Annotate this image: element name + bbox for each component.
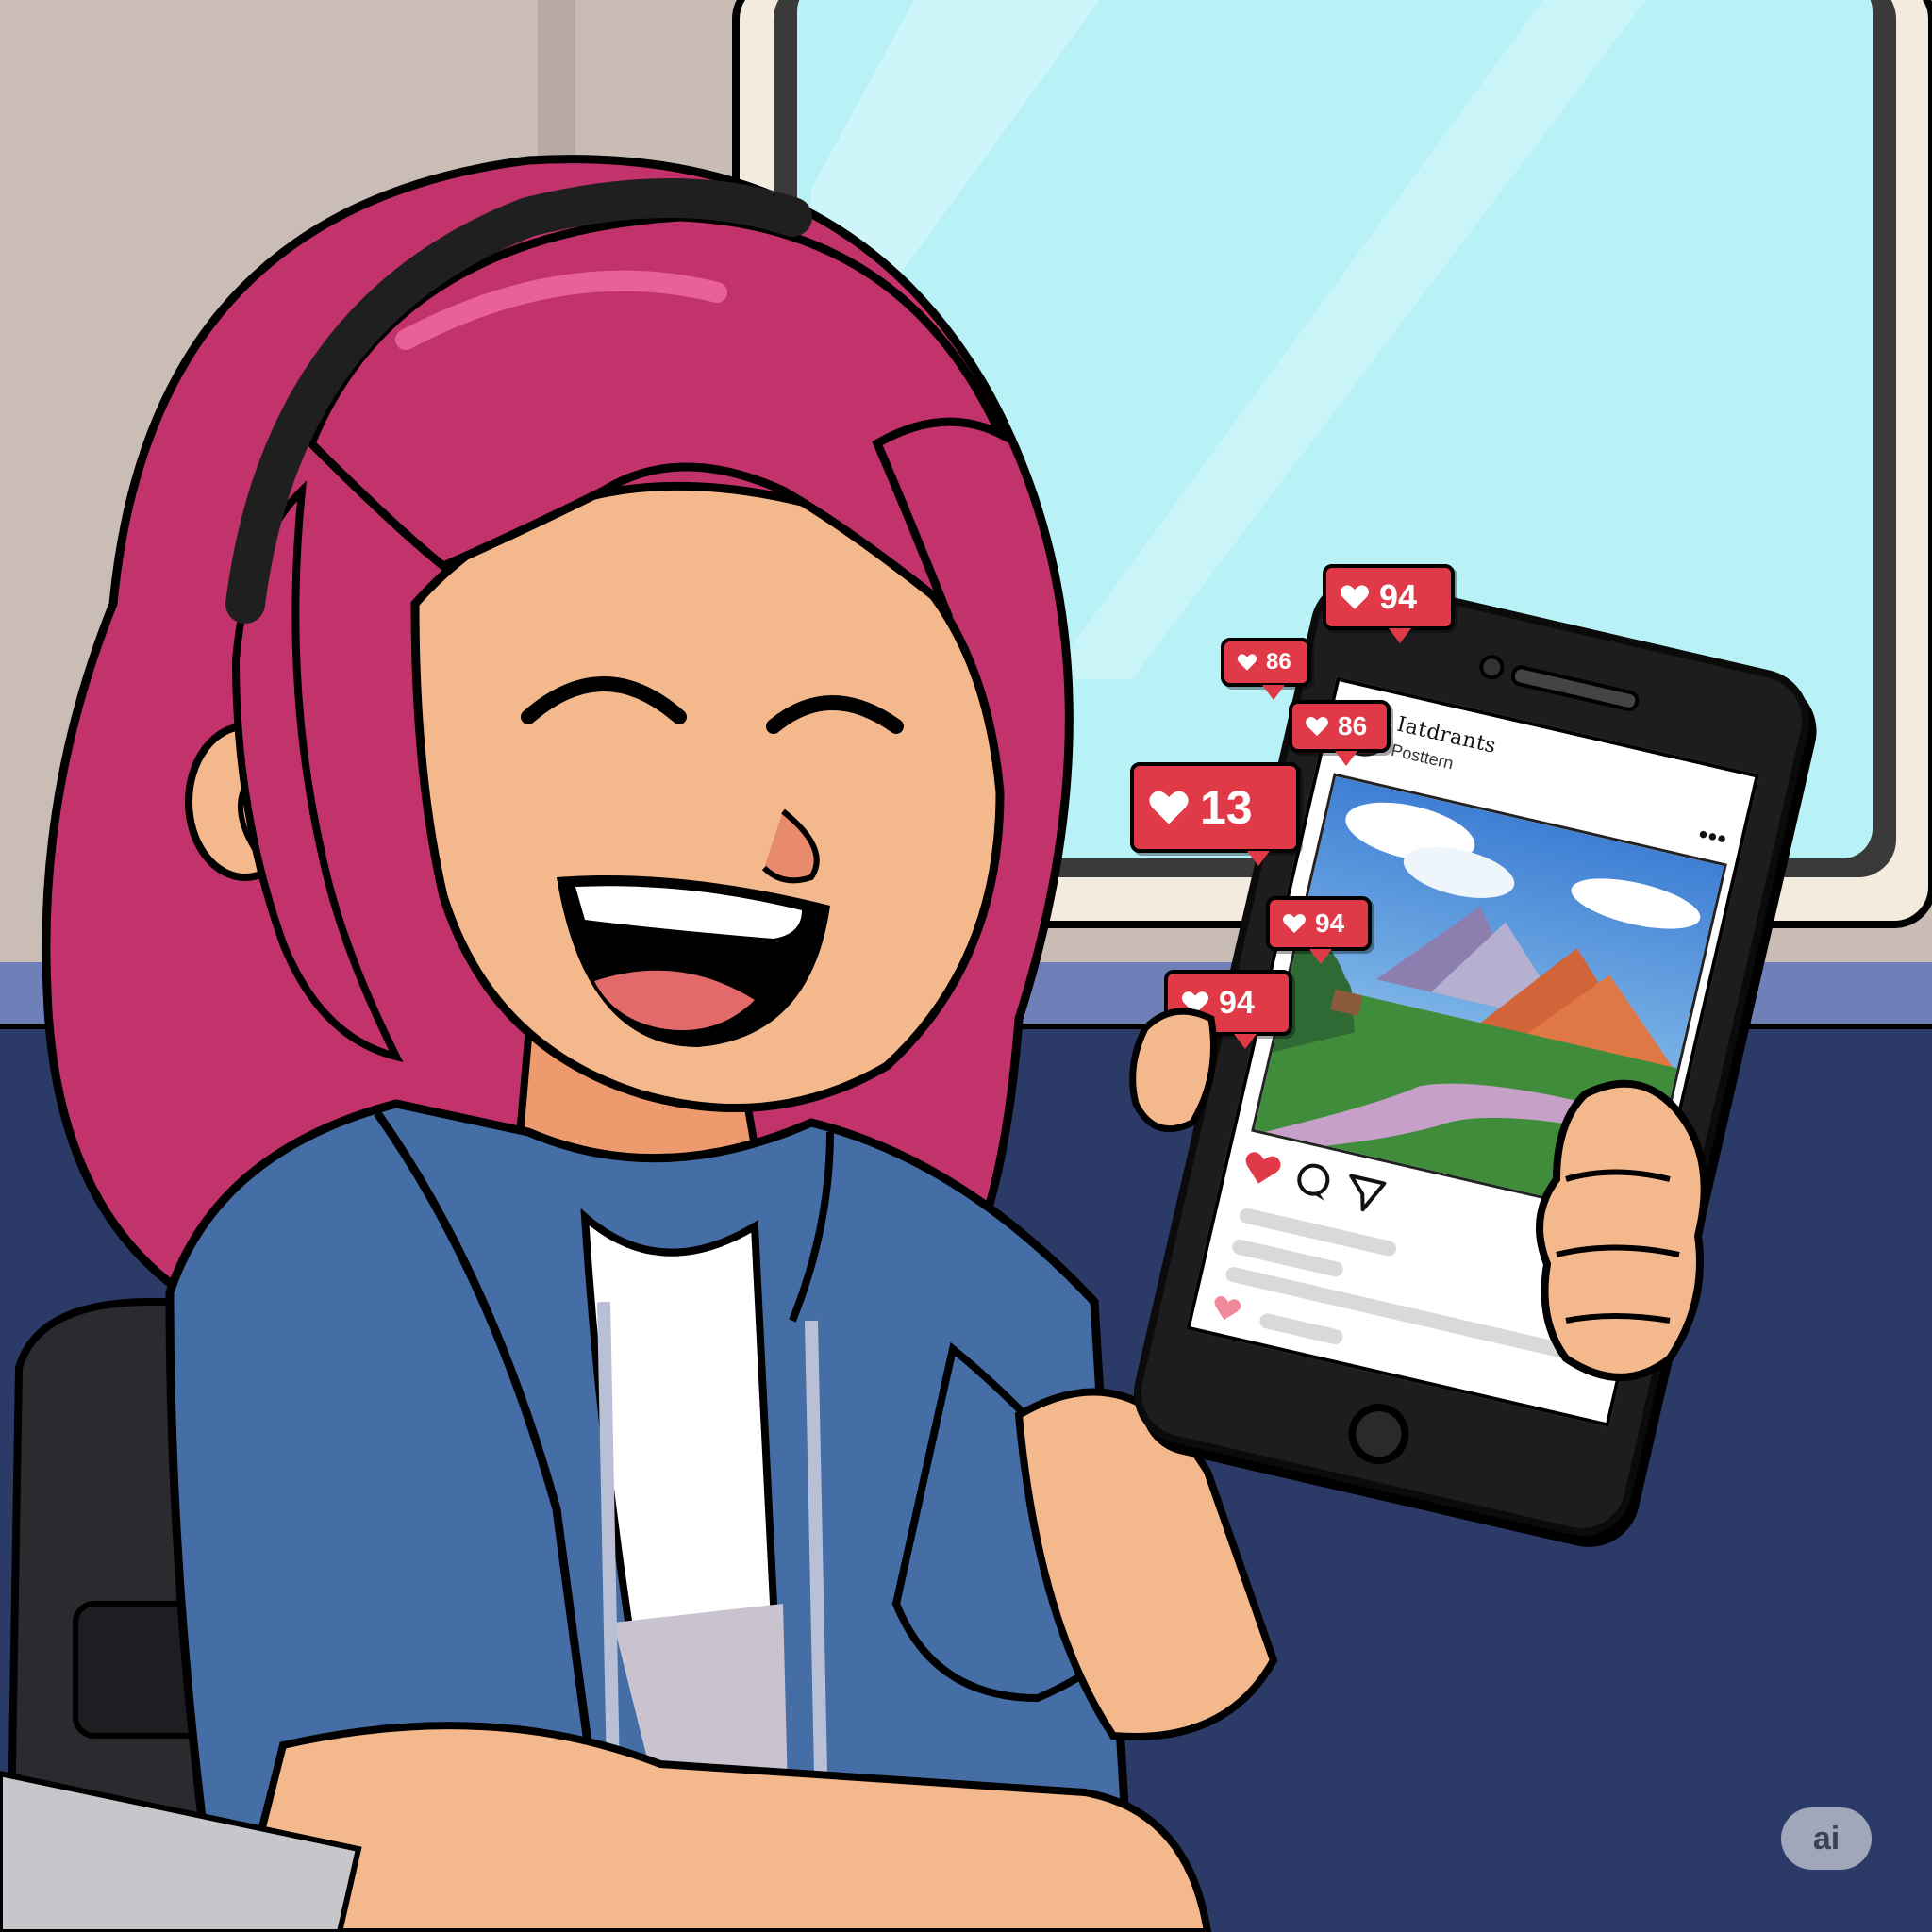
like-count: 13 (1200, 781, 1253, 834)
heart-icon (1340, 585, 1370, 609)
like-heart-icon[interactable] (1208, 1291, 1245, 1326)
like-count: 94 (1379, 577, 1418, 616)
watermark-label: ai (1812, 1820, 1840, 1857)
like-badge: 86 (1289, 700, 1391, 766)
like-badge: 86 (1221, 638, 1311, 700)
heart-icon (1306, 716, 1328, 737)
thumb (1129, 1008, 1217, 1133)
holding-hand (1536, 1079, 1708, 1381)
heart-icon (1283, 913, 1306, 934)
heart-icon (1237, 654, 1257, 671)
scene: Iatdrants Posttern ••• 94 86 86 13 94 94… (0, 0, 1932, 1932)
comment-icon[interactable] (1289, 1156, 1339, 1206)
like-count: 86 (1266, 649, 1291, 675)
like-badge: 94 (1323, 564, 1455, 643)
like-badge: 13 (1130, 762, 1300, 866)
heart-icon (1149, 791, 1189, 824)
like-count: 86 (1338, 711, 1368, 741)
caption-line (1257, 1311, 1345, 1346)
share-icon[interactable] (1340, 1168, 1390, 1218)
like-count: 94 (1315, 908, 1345, 938)
like-badge: 94 (1266, 896, 1372, 964)
more-icon[interactable]: ••• (1696, 820, 1730, 855)
heart-icon[interactable] (1237, 1144, 1287, 1194)
ai-watermark: ai (1781, 1807, 1872, 1870)
